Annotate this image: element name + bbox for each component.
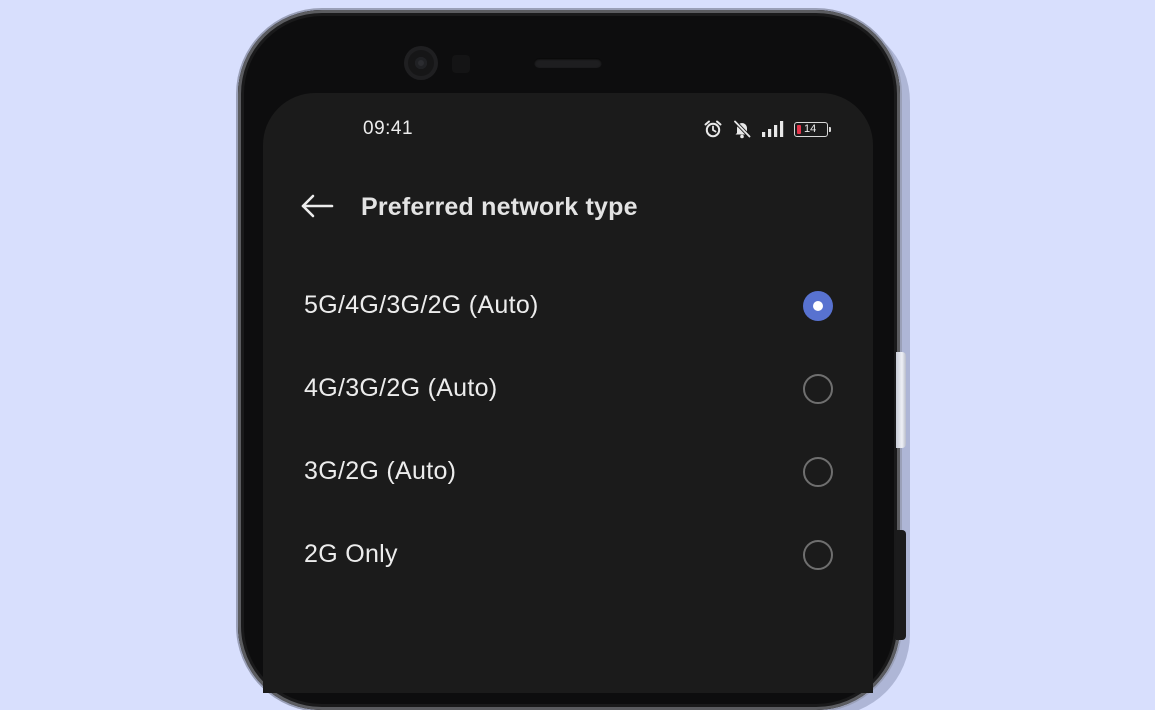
signal-icon xyxy=(761,120,785,138)
back-button[interactable] xyxy=(295,188,339,228)
battery-fill xyxy=(797,124,801,134)
option-4g-3g-2g-auto[interactable]: 4G/3G/2G (Auto) xyxy=(263,347,873,430)
arrow-left-icon xyxy=(300,194,334,223)
option-label: 5G/4G/3G/2G (Auto) xyxy=(304,291,539,319)
option-label: 2G Only xyxy=(304,540,398,568)
page-title: Preferred network type xyxy=(361,193,638,221)
option-5g-4g-3g-2g-auto[interactable]: 5G/4G/3G/2G (Auto) xyxy=(263,264,873,347)
power-button xyxy=(896,530,906,640)
option-2g-only[interactable]: 2G Only xyxy=(263,513,873,596)
front-camera xyxy=(404,46,438,80)
earpiece-speaker xyxy=(534,58,602,68)
status-time: 09:41 xyxy=(363,118,414,139)
phone-screen: 09:41 14 Preferred network type 5G/4G/3G… xyxy=(263,93,873,693)
alarm-icon xyxy=(703,119,723,139)
bell-off-icon xyxy=(732,119,752,139)
battery-level: 14 xyxy=(804,122,817,135)
network-type-options: 5G/4G/3G/2G (Auto) 4G/3G/2G (Auto) 3G/2G… xyxy=(263,264,873,596)
radio-button[interactable] xyxy=(803,456,833,487)
option-3g-2g-auto[interactable]: 3G/2G (Auto) xyxy=(263,430,873,513)
proximity-sensor xyxy=(452,55,470,73)
option-label: 3G/2G (Auto) xyxy=(304,457,457,485)
radio-button[interactable] xyxy=(803,539,833,570)
radio-button[interactable] xyxy=(803,373,833,404)
volume-button xyxy=(896,352,906,448)
status-icons: 14 xyxy=(703,119,831,139)
option-label: 4G/3G/2G (Auto) xyxy=(304,374,498,402)
radio-button-selected[interactable] xyxy=(803,290,833,321)
battery-icon: 14 xyxy=(794,121,831,137)
